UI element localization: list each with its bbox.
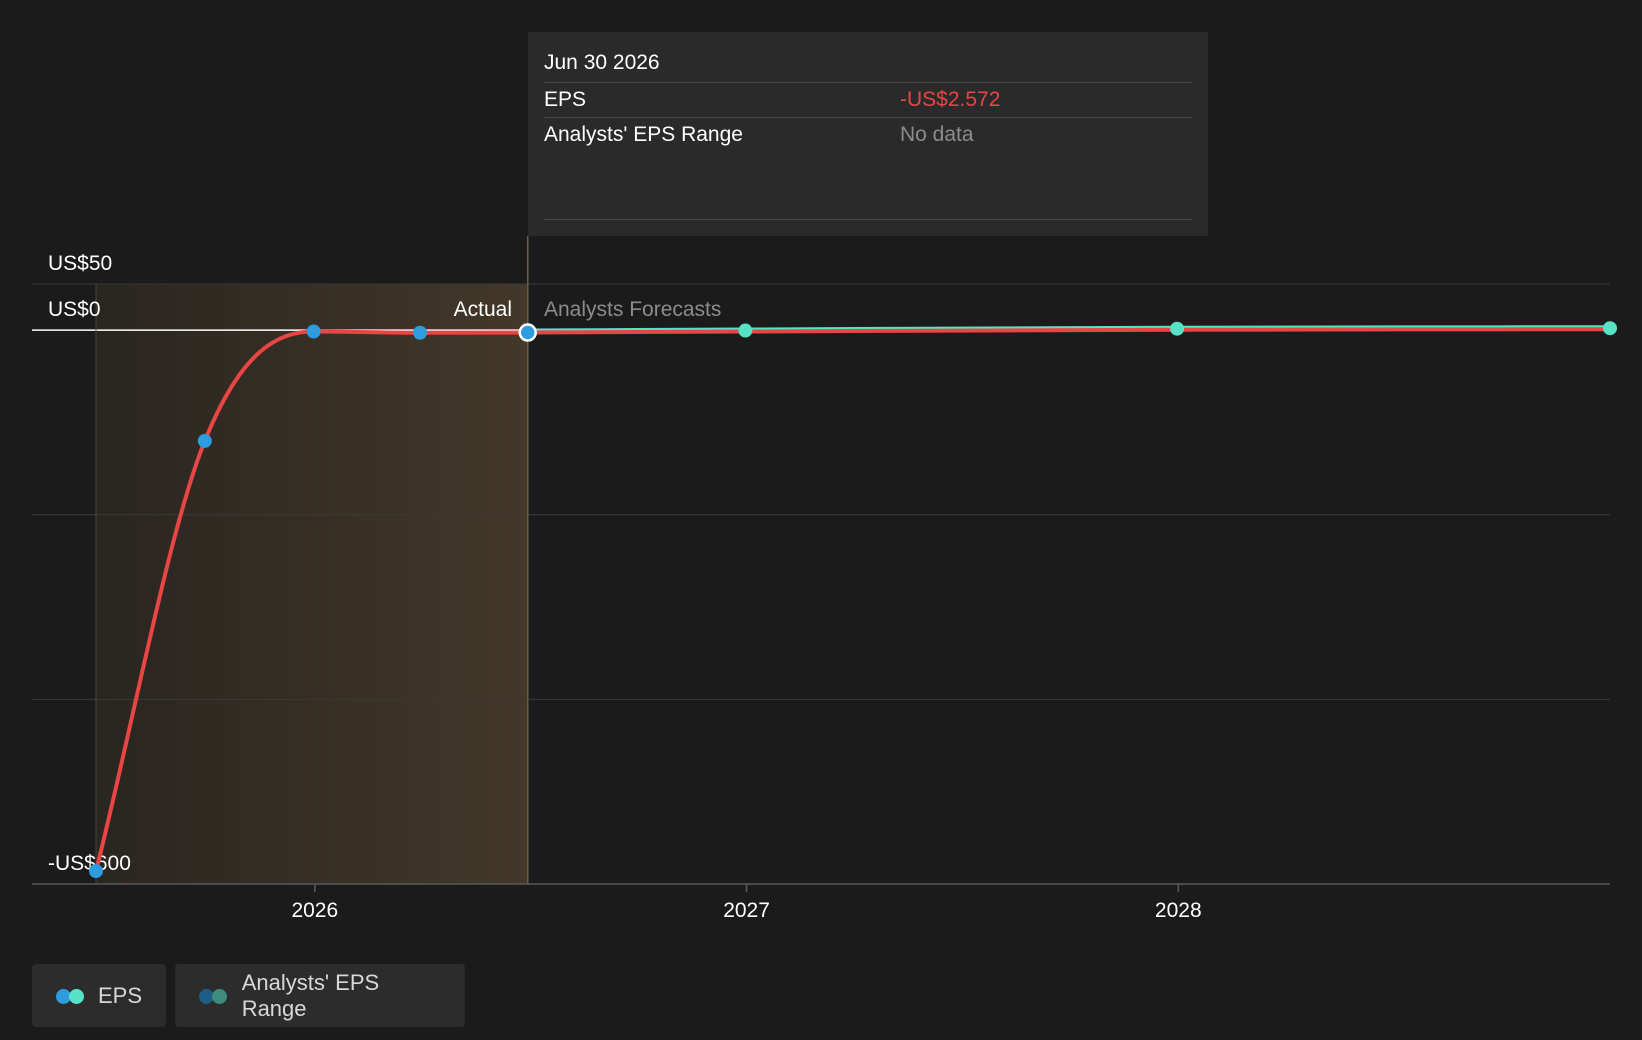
eps-point-forecast[interactable] [738, 323, 753, 338]
legend-eps-dot-forecast [69, 988, 84, 1004]
eps-point-actual[interactable] [89, 864, 103, 879]
forecast-label: Analysts Forecasts [544, 298, 721, 321]
legend-range-button[interactable]: Analysts' EPS Range [175, 964, 465, 1027]
eps-point-forecast[interactable] [1170, 321, 1185, 336]
x-tick-label: 2027 [723, 899, 770, 922]
eps-point-actual[interactable] [306, 324, 321, 339]
y-tick-label: US$0 [48, 298, 101, 321]
eps-point-forecast[interactable] [1603, 321, 1617, 336]
legend-eps-label: EPS [97, 982, 142, 1008]
tooltip: Jun 30 2026 EPS -US$2.572 Analysts' EPS … [528, 32, 1208, 236]
eps-point-actual[interactable] [197, 433, 212, 448]
tooltip-date: Jun 30 2026 [544, 46, 1192, 83]
tooltip-divider [544, 219, 1192, 220]
legend-range-dot-forecast [212, 988, 227, 1004]
x-tick-label: 2028 [1155, 899, 1202, 922]
eps-point-selected[interactable] [518, 323, 537, 342]
eps-point-actual[interactable] [413, 325, 428, 340]
x-axis: 2026 2027 2028 [291, 884, 1202, 922]
y-tick-label: US$50 [48, 252, 112, 275]
x-tick-label: 2026 [291, 899, 338, 922]
tooltip-range-value: No data [900, 123, 974, 146]
legend-eps-icon [56, 987, 84, 1005]
legend-eps-button[interactable]: EPS [32, 964, 166, 1027]
actual-label: Actual [454, 298, 512, 321]
tooltip-range-label: Analysts' EPS Range [544, 123, 743, 146]
legend-range-icon [199, 987, 228, 1005]
tooltip-row-eps: EPS -US$2.572 [544, 83, 1192, 118]
tooltip-eps-value: -US$2.572 [900, 88, 1001, 111]
tooltip-row-range: Analysts' EPS Range No data [544, 118, 1192, 152]
legend-range-label: Analysts' EPS Range [241, 969, 380, 1021]
legend: EPS Analysts' EPS Range [32, 964, 465, 1027]
tooltip-eps-label: EPS [544, 88, 587, 111]
